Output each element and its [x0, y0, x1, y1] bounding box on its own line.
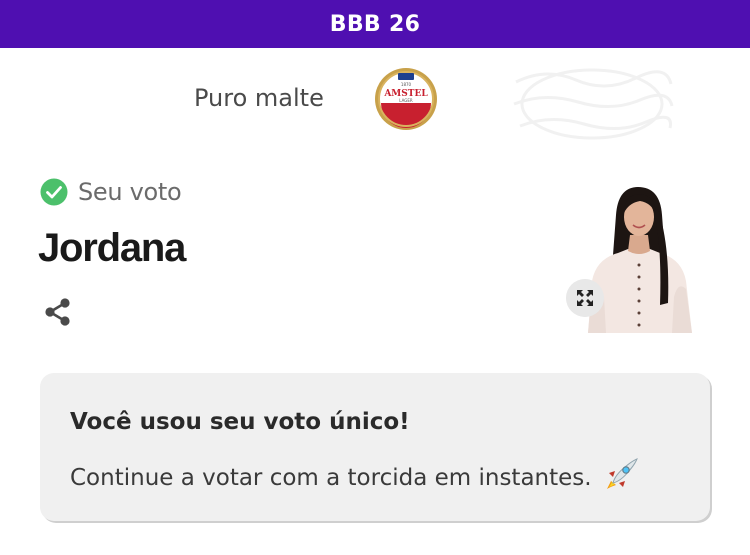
amstel-logo-year: 1870 [401, 82, 412, 87]
rocket-icon [606, 458, 638, 489]
check-circle-icon [40, 178, 68, 206]
candidate-name: Jordana [38, 226, 186, 270]
notice-title: Você usou seu voto único! [70, 409, 410, 435]
amstel-logo: 1870 AMSTEL LAGER [375, 68, 437, 130]
notice-message-row: Continue a votar com a torcida em instan… [70, 457, 639, 491]
expand-icon[interactable] [566, 279, 604, 317]
share-icon[interactable] [40, 294, 76, 330]
vote-confirmation-page: BBB 26 Puro malte 1870 AMSTEL LAGER Seu … [0, 0, 750, 555]
notice-message: Continue a votar com a torcida em instan… [70, 465, 592, 491]
page-title: BBB 26 [329, 11, 421, 37]
sponsor-text: Puro malte [194, 84, 324, 112]
top-bar: BBB 26 [0, 0, 750, 48]
faded-watermark-logo [513, 68, 674, 140]
vote-notice-card: Você usou seu voto único! Continue a vot… [40, 373, 710, 521]
amstel-logo-subtext: LAGER [399, 98, 413, 103]
vote-label: Seu voto [78, 178, 182, 206]
